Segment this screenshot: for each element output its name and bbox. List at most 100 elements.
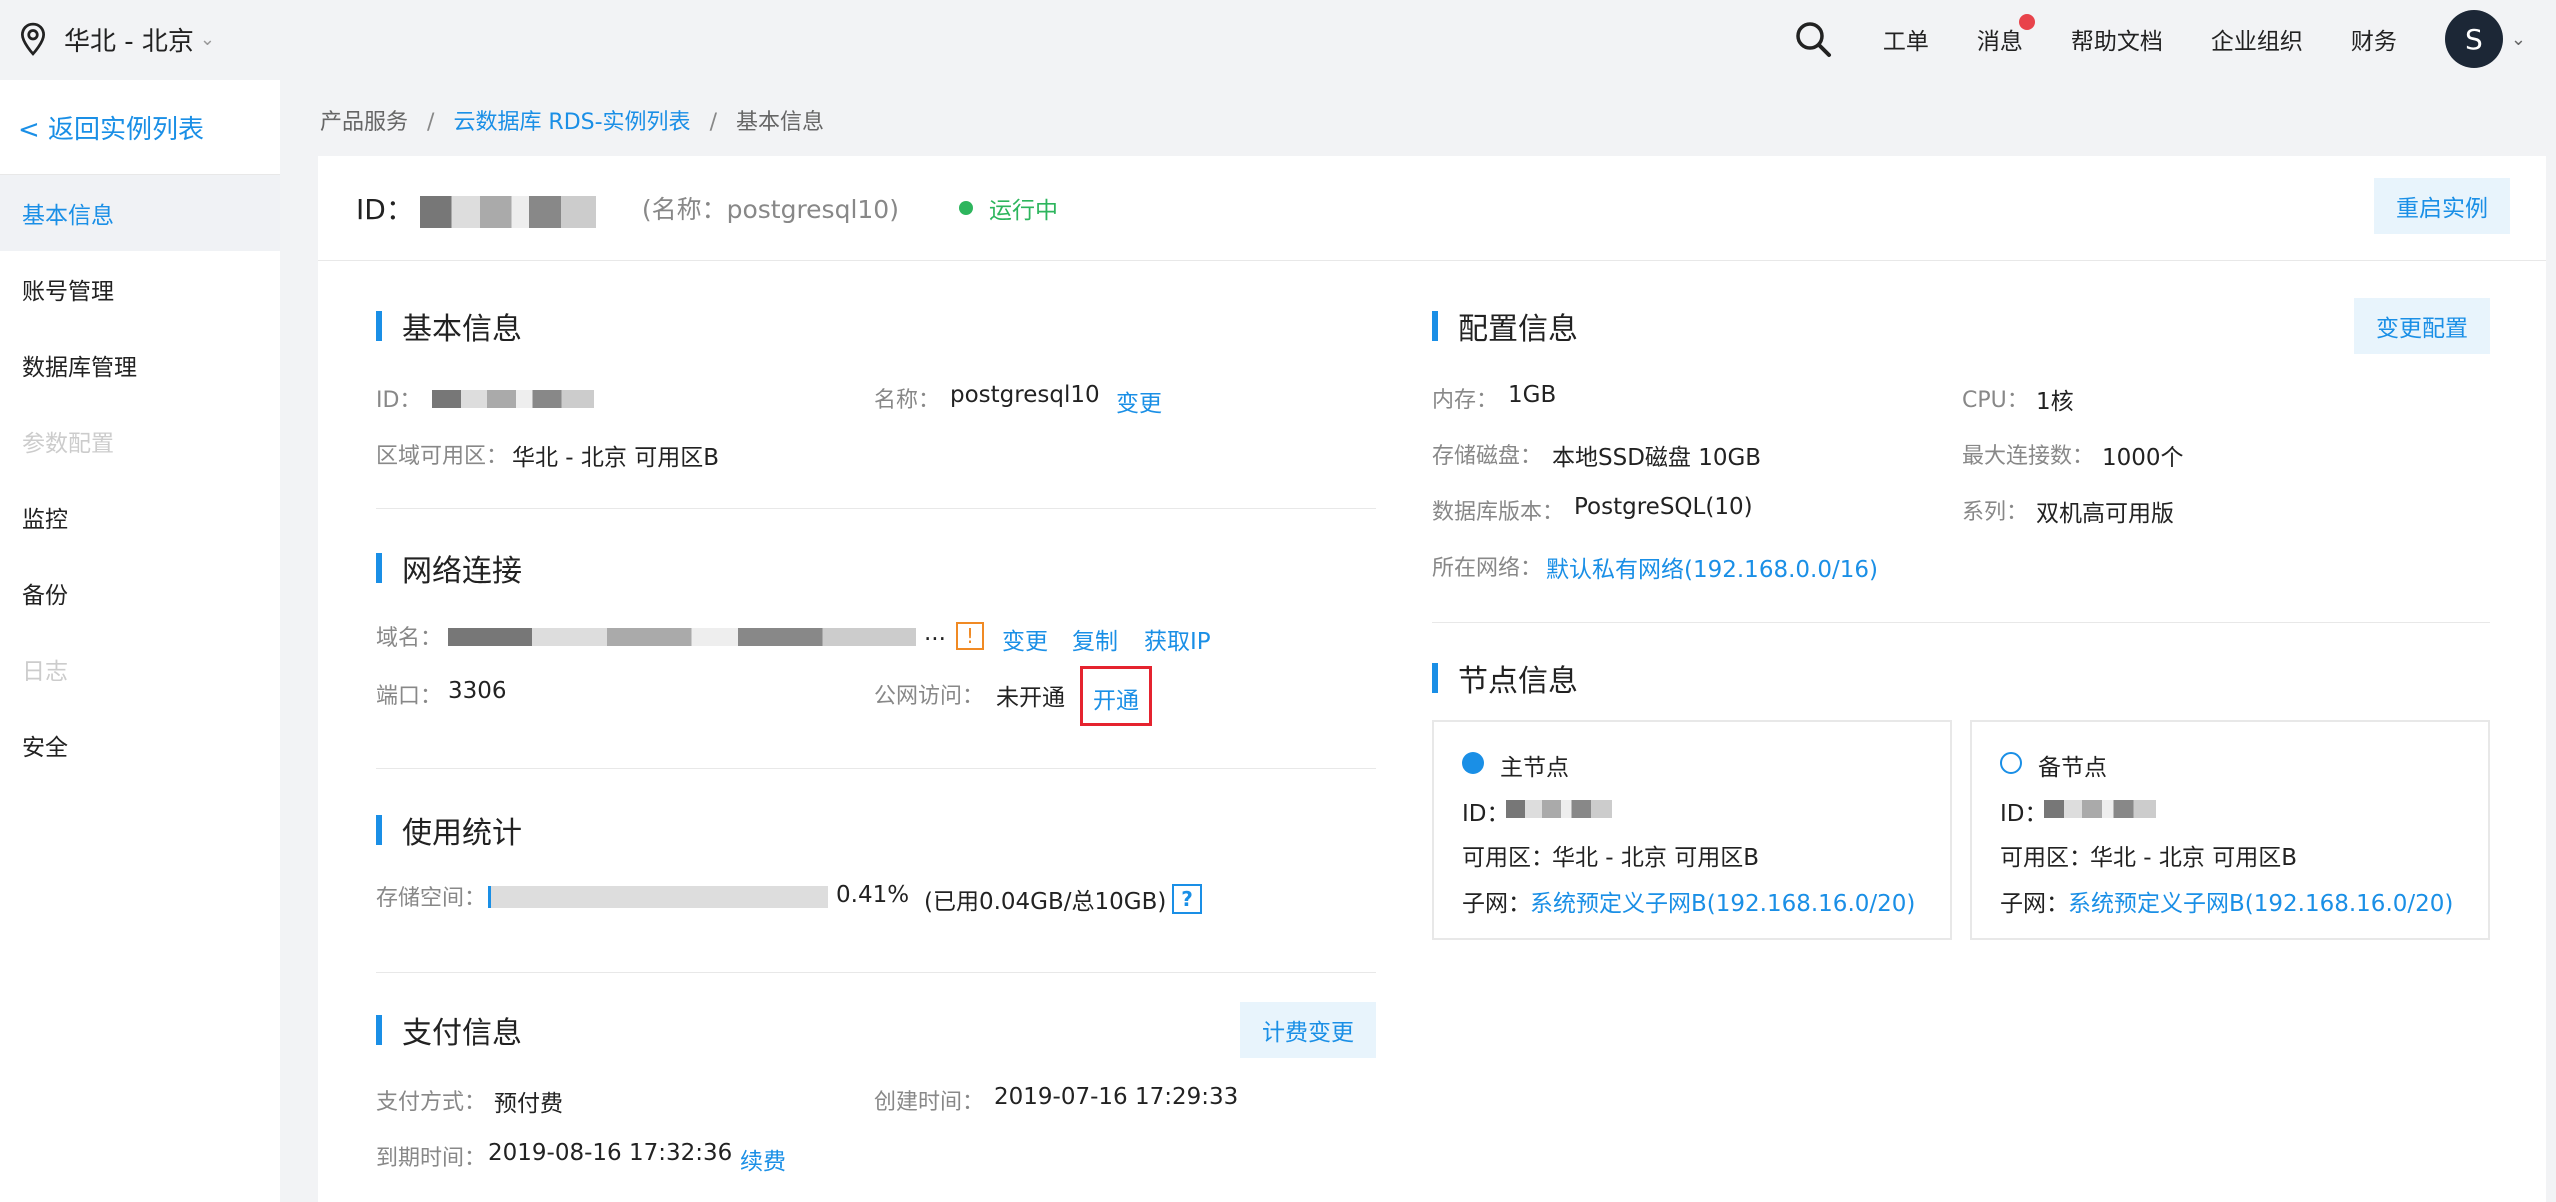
standby-node-zone-value: 华北 - 北京 可用区B (2090, 845, 2298, 871)
divider (1432, 622, 2490, 623)
region-selector[interactable]: 华北 - 北京 ⌄ (20, 21, 215, 58)
storage-percent: 0.41% (836, 882, 910, 908)
expire-value: 2019-08-16 17:32:36 (488, 1140, 733, 1166)
section-bar (1432, 311, 1438, 341)
db-version-label: 数据库版本： (1432, 500, 1565, 525)
rename-link[interactable]: 变更 (1116, 384, 1162, 418)
search-icon[interactable] (1793, 19, 1833, 59)
warning-icon[interactable]: ! (956, 622, 984, 650)
basic-info-section-title: 基本信息 (376, 304, 522, 348)
instance-id-redacted (419, 196, 596, 228)
domain-label: 域名： (376, 626, 443, 651)
breadcrumb-sep: / (709, 110, 717, 135)
status-dot (958, 201, 973, 215)
restart-instance-button[interactable]: 重启实例 (2374, 178, 2510, 234)
renew-link[interactable]: 续费 (740, 1142, 786, 1176)
sidebar-item-monitor[interactable]: 监控 (0, 479, 280, 555)
storage-progress-bar (488, 886, 828, 908)
domain-redacted (448, 628, 916, 646)
vpc-link[interactable]: 默认私有网络(192.168.0.0/16) (1546, 550, 1878, 584)
usage-section-title: 使用统计 (376, 808, 522, 852)
sidebar-item-databases[interactable]: 数据库管理 (0, 327, 280, 403)
nodes-section-title: 节点信息 (1432, 656, 1578, 700)
standby-node-zone-label: 可用区： (2000, 845, 2092, 871)
domain-copy-link[interactable]: 复制 (1072, 622, 1118, 656)
help-icon[interactable]: ? (1172, 884, 1202, 914)
primary-node-subnet-label: 子网： (1462, 891, 1531, 917)
avatar[interactable]: S (2444, 10, 2503, 68)
storage-label: 存储空间： (376, 886, 487, 911)
status-text: 运行中 (988, 198, 1058, 224)
change-config-button[interactable]: 变更配置 (2354, 298, 2490, 354)
public-access-label: 公网访问： (874, 684, 985, 709)
nav-organization[interactable]: 企业组织 (2211, 22, 2303, 56)
standby-node-id-label: ID： (2000, 801, 2048, 827)
primary-node-name: 主节点 (1500, 755, 1569, 781)
sidebar-item-security[interactable]: 安全 (0, 707, 280, 783)
config-title: 配置信息 (1458, 312, 1578, 347)
primary-node-zone-label: 可用区： (1462, 845, 1554, 871)
change-billing-button[interactable]: 计费变更 (1240, 1002, 1376, 1058)
standby-node-card: 备节点 ID： 可用区： 华北 - 北京 可用区B 子网： 系统预定义子网B(1… (1970, 720, 2490, 940)
get-ip-link[interactable]: 获取IP (1144, 622, 1211, 656)
instance-name: (名称：postgresql10) (641, 195, 899, 224)
network-section-title: 网络连接 (376, 546, 522, 590)
usage-title: 使用统计 (402, 816, 522, 851)
public-access-value: 未开通 (996, 685, 1065, 711)
standby-node-subnet-link[interactable]: 系统预定义子网B(192.168.16.0/20) (2068, 884, 2453, 918)
primary-node-zone-value: 华北 - 北京 可用区B (1552, 845, 1760, 871)
back-to-list-link[interactable]: < 返回实例列表 (0, 80, 280, 175)
divider (376, 768, 1376, 769)
network-label: 所在网络： (1432, 556, 1543, 581)
pay-method-value: 预付费 (494, 1091, 563, 1117)
sidebar: < 返回实例列表 基本信息 账号管理 数据库管理 参数配置 监控 备份 日志 安… (0, 80, 280, 1202)
port-label: 端口： (376, 684, 443, 709)
sidebar-item-params: 参数配置 (22, 431, 114, 457)
zone-label: 区域可用区： (376, 444, 509, 469)
breadcrumb-root: 产品服务 (320, 110, 409, 135)
nav-help-docs[interactable]: 帮助文档 (2071, 22, 2163, 56)
series-label: 系列： (1962, 500, 2029, 525)
basic-id-label: ID： (376, 388, 422, 413)
nav-messages[interactable]: 消息 (1977, 14, 2035, 56)
port-value: 3306 (448, 678, 507, 704)
status-badge: 运行中 (958, 191, 1058, 225)
domain-change-link[interactable]: 变更 (1002, 622, 1048, 656)
region-label: 华北 - 北京 (64, 26, 194, 57)
location-pin-icon (20, 22, 46, 56)
enable-public-access-link[interactable]: 开通 (1080, 666, 1152, 726)
max-conn-value: 1000个 (2102, 445, 2184, 471)
created-value: 2019-07-16 17:29:33 (994, 1084, 1239, 1110)
memory-label: 内存： (1432, 388, 1499, 413)
payment-title: 支付信息 (402, 1016, 522, 1051)
breadcrumb-current: 基本信息 (735, 110, 824, 135)
section-bar (376, 553, 382, 583)
primary-node-subnet-link[interactable]: 系统预定义子网B(192.168.16.0/20) (1530, 884, 1915, 918)
sidebar-item-accounts[interactable]: 账号管理 (0, 251, 280, 327)
primary-node-card: 主节点 ID： 可用区： 华北 - 北京 可用区B 子网： 系统预定义子网B(1… (1432, 720, 1952, 940)
breadcrumb-sep: / (427, 110, 435, 135)
breadcrumb: 产品服务 / 云数据库 RDS-实例列表 / 基本信息 (320, 104, 824, 136)
unread-dot (2018, 14, 2035, 30)
expire-label: 到期时间： (376, 1146, 487, 1171)
breadcrumb-instance-list[interactable]: 云数据库 RDS-实例列表 (453, 110, 690, 135)
basic-name-label: 名称： (874, 388, 941, 413)
config-section-title: 配置信息 (1432, 304, 1578, 348)
series-value: 双机高可用版 (2036, 501, 2174, 527)
cpu-label: CPU： (1962, 388, 2029, 413)
section-bar (376, 311, 382, 341)
standby-node-subnet-label: 子网： (2000, 891, 2069, 917)
chevron-down-icon: ⌄ (199, 28, 216, 50)
chevron-down-icon[interactable]: ⌄ (2511, 29, 2526, 50)
primary-node-id-redacted (1506, 800, 1612, 818)
nodes-title: 节点信息 (1458, 664, 1578, 699)
storage-detail: (已用0.04GB/总10GB) (924, 889, 1167, 915)
zone-value: 华北 - 北京 可用区B (512, 445, 720, 471)
domain-ellipsis: ... (924, 620, 946, 646)
nav-finance[interactable]: 财务 (2351, 22, 2397, 56)
instance-id-label: ID： (356, 193, 414, 226)
sidebar-item-basic-info[interactable]: 基本信息 (0, 175, 280, 251)
basic-name-value: postgresql10 (950, 382, 1100, 408)
sidebar-item-backup[interactable]: 备份 (0, 555, 280, 631)
nav-tickets[interactable]: 工单 (1883, 22, 1929, 56)
